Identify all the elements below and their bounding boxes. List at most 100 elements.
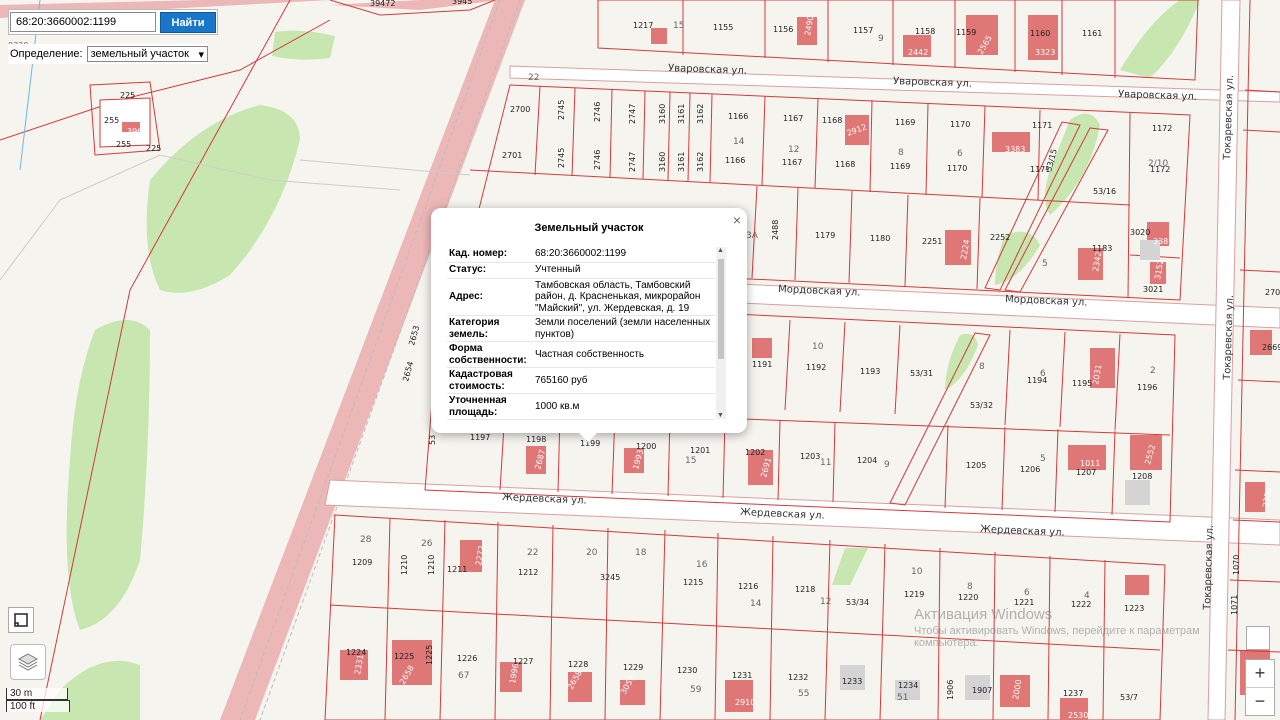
svg-text:1220: 1220 <box>958 593 978 602</box>
svg-text:55: 55 <box>798 689 809 699</box>
svg-text:10: 10 <box>911 567 923 577</box>
svg-text:12: 12 <box>788 145 799 155</box>
svg-text:1166: 1166 <box>728 112 748 121</box>
svg-text:1195: 1195 <box>1072 379 1092 388</box>
svg-text:1179: 1179 <box>815 231 835 240</box>
svg-text:2488: 2488 <box>771 220 780 240</box>
row-key: Статус: <box>447 262 533 279</box>
svg-text:28: 28 <box>360 535 372 545</box>
watermark-title: Активация Windows <box>914 606 1053 623</box>
svg-text:15: 15 <box>673 21 684 31</box>
svg-text:255: 255 <box>116 140 131 149</box>
svg-text:2701: 2701 <box>502 151 522 160</box>
svg-text:51: 51 <box>897 693 908 703</box>
svg-text:3161: 3161 <box>677 104 686 124</box>
svg-text:1171: 1171 <box>1032 121 1052 130</box>
svg-text:1231: 1231 <box>732 671 752 680</box>
svg-text:1159: 1159 <box>956 28 976 37</box>
table-row: Статус: Учтенный <box>447 262 715 279</box>
svg-text:10: 10 <box>812 342 824 352</box>
svg-text:1168: 1168 <box>822 116 842 125</box>
scroll-down-icon[interactable]: ▼ <box>717 412 724 419</box>
svg-text:8: 8 <box>967 582 973 592</box>
svg-text:1167: 1167 <box>783 114 803 123</box>
zoom-control: + − <box>1245 659 1275 716</box>
svg-text:1230: 1230 <box>677 666 697 675</box>
svg-text:1180: 1180 <box>870 234 890 243</box>
scale-metric: 30 m <box>6 688 68 700</box>
svg-text:3945: 3945 <box>452 0 472 6</box>
svg-text:2251: 2251 <box>922 237 942 246</box>
popup-pointer <box>578 432 598 442</box>
scrollbar-thumb[interactable] <box>718 259 724 359</box>
svg-text:59: 59 <box>690 685 702 695</box>
svg-text:1202: 1202 <box>745 448 765 457</box>
scroll-up-icon[interactable]: ▲ <box>717 247 724 254</box>
svg-text:1194: 1194 <box>1027 376 1047 385</box>
svg-text:1155: 1155 <box>713 23 733 32</box>
svg-text:3381: 3381 <box>1153 237 1173 246</box>
svg-text:18: 18 <box>635 548 647 558</box>
table-row: Адрес: Тамбовская область, Тамбовский ра… <box>447 278 715 316</box>
svg-text:1228: 1228 <box>568 660 588 669</box>
svg-text:22: 22 <box>528 73 539 83</box>
svg-text:2707: 2707 <box>1265 288 1280 297</box>
row-value: 1000 кв.м <box>533 393 715 420</box>
svg-text:1233: 1233 <box>842 677 862 686</box>
svg-text:3162: 3162 <box>696 104 705 124</box>
svg-text:39472: 39472 <box>370 0 395 8</box>
svg-text:1191: 1191 <box>752 360 772 369</box>
fullscreen-button[interactable] <box>8 607 34 633</box>
svg-text:225: 225 <box>146 144 161 153</box>
parcel-info-table: Кад. номер: 68:20:3660002:1199 Статус: У… <box>447 246 715 420</box>
layers-button[interactable] <box>10 644 46 680</box>
svg-text:3323: 3323 <box>1035 48 1055 57</box>
svg-text:14: 14 <box>733 137 745 147</box>
definition-selected: земельный участок <box>90 48 189 60</box>
table-row: Кад. номер: 68:20:3660002:1199 <box>447 246 715 263</box>
popup-scrollbar[interactable]: ▲ ▼ <box>716 247 726 419</box>
svg-text:26: 26 <box>421 539 433 549</box>
svg-text:1170: 1170 <box>950 120 970 129</box>
svg-text:1205: 1205 <box>966 461 986 470</box>
svg-text:20: 20 <box>586 548 598 558</box>
table-row: Уточненная площадь: 1000 кв.м <box>447 393 715 420</box>
svg-text:1160: 1160 <box>1030 29 1050 38</box>
svg-text:1229: 1229 <box>623 663 643 672</box>
location-button[interactable] <box>1246 626 1270 650</box>
svg-text:1225: 1225 <box>425 645 434 665</box>
svg-text:1204: 1204 <box>857 456 877 465</box>
svg-text:3162: 3162 <box>696 152 705 172</box>
row-value: 765160 руб <box>533 367 715 394</box>
svg-text:1196: 1196 <box>1137 383 1157 392</box>
zoom-out-button[interactable]: − <box>1246 687 1274 715</box>
svg-text:16: 16 <box>696 560 708 570</box>
row-value: 68:20:3660002:1199 <box>533 246 715 263</box>
svg-text:1193: 1193 <box>860 367 880 376</box>
svg-text:1216: 1216 <box>738 582 758 591</box>
svg-text:3383: 3383 <box>1005 145 1025 154</box>
svg-text:1203: 1203 <box>800 452 820 461</box>
svg-text:1156: 1156 <box>773 25 793 34</box>
search-button[interactable]: Найти <box>160 12 216 33</box>
table-row: Форма собственности: Частная собственнос… <box>447 341 715 368</box>
svg-text:1011: 1011 <box>1080 459 1100 468</box>
svg-text:3160: 3160 <box>658 152 667 172</box>
svg-text:1212: 1212 <box>518 568 538 577</box>
svg-text:1169: 1169 <box>890 162 910 171</box>
definition-select[interactable]: земельный участок ▾ <box>86 46 208 62</box>
row-key: Кад. номер: <box>447 246 533 263</box>
fullscreen-icon <box>14 613 28 627</box>
table-row: Категория земель: Земли поселений (земли… <box>447 315 715 342</box>
svg-text:1166: 1166 <box>725 156 745 165</box>
svg-text:9: 9 <box>878 34 884 44</box>
windows-activation-watermark: Активация Windows Чтобы активировать Win… <box>914 606 1234 649</box>
svg-text:53/7: 53/7 <box>1120 693 1138 702</box>
zoom-in-button[interactable]: + <box>1246 660 1274 687</box>
parcel-info-popup: × Земельный участок Кад. номер: 68:20:36… <box>431 208 747 433</box>
svg-text:14: 14 <box>750 599 762 609</box>
search-input[interactable] <box>10 12 156 32</box>
row-value: Земли поселений (земли населенных пункто… <box>533 315 715 342</box>
row-value: Тамбовская область, Тамбовский район, д.… <box>533 278 715 316</box>
svg-text:1218: 1218 <box>795 585 815 594</box>
